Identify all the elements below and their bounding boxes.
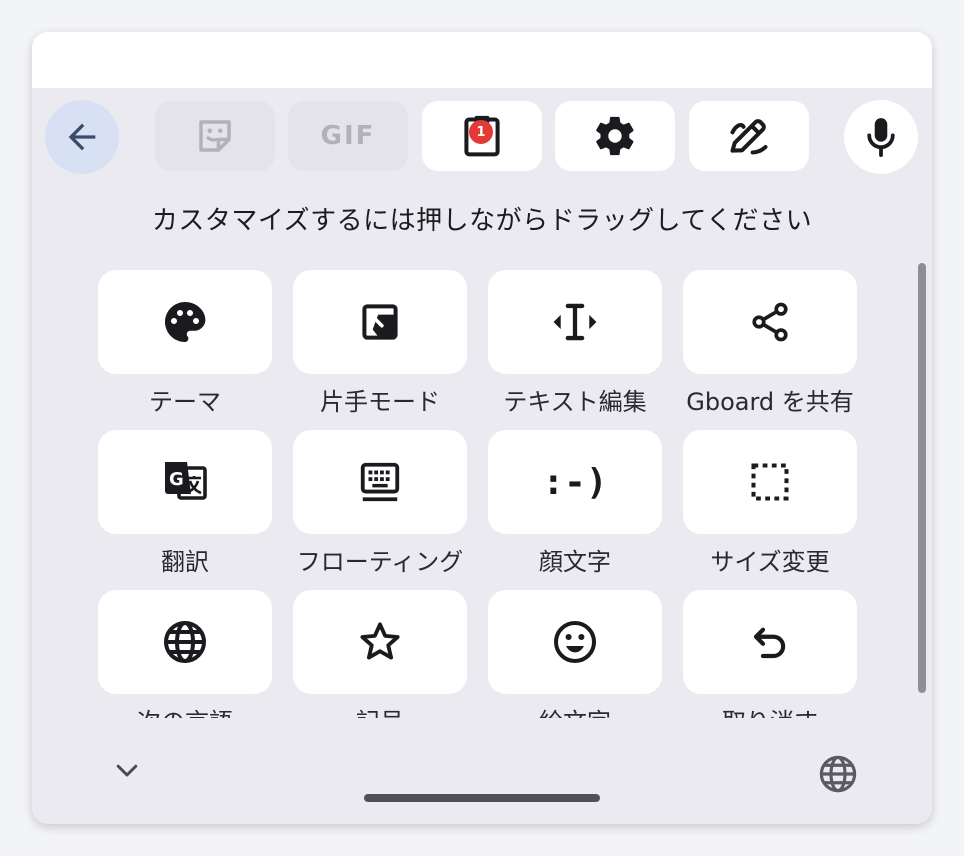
tile-floating[interactable]: フローティング xyxy=(293,430,467,580)
keyboard-panel: GIF 1 カスタマイズするには押しながらドラッグしてください テーマ 片手モー… xyxy=(32,32,932,824)
tile-emoji[interactable]: 絵文字 xyxy=(488,590,662,718)
input-area[interactable] xyxy=(32,32,932,88)
emoticon-icon: :-) xyxy=(542,461,608,503)
floating-keyboard-icon xyxy=(360,462,400,502)
tile-label: フローティング xyxy=(296,548,464,576)
tile-label: 記号 xyxy=(283,702,477,718)
share-icon xyxy=(752,302,788,342)
feature-grid: テーマ 片手モード テキスト編集 Gboard を共有 G 翻訳 フローティング… xyxy=(32,268,932,718)
smiley-icon xyxy=(554,621,596,663)
voice-input-button[interactable] xyxy=(844,100,918,174)
language-switch-button[interactable] xyxy=(814,750,862,798)
tile-label: 次の言語 xyxy=(88,702,282,718)
tile-one-hand-mode[interactable]: 片手モード xyxy=(293,270,467,420)
undo-icon xyxy=(753,627,786,659)
clipboard-button[interactable]: 1 xyxy=(422,101,542,171)
chevron-down-icon xyxy=(116,764,138,777)
translate-icon: G xyxy=(165,462,207,500)
clipboard-count-badge: 1 xyxy=(469,120,493,144)
tile-label: サイズ変更 xyxy=(710,548,830,576)
collapse-button[interactable] xyxy=(106,754,148,786)
grid-scrollbar[interactable] xyxy=(918,263,926,693)
toolbar: GIF 1 xyxy=(32,88,932,188)
tile-translate[interactable]: G 翻訳 xyxy=(98,430,272,580)
one-hand-mode-icon xyxy=(362,304,398,340)
tile-label: テキスト編集 xyxy=(503,388,647,416)
tile-label: Gboard を共有 xyxy=(686,388,854,416)
tile-label: テーマ xyxy=(149,388,221,416)
svg-text:G: G xyxy=(169,469,184,490)
home-indicator[interactable] xyxy=(364,794,600,802)
palette-icon xyxy=(165,302,206,342)
tile-label: 翻訳 xyxy=(161,548,209,576)
tile-label: 絵文字 xyxy=(478,702,672,718)
globe-icon xyxy=(164,621,206,663)
arrow-left-icon xyxy=(68,123,96,151)
gif-button[interactable]: GIF xyxy=(288,101,408,171)
handwriting-pen-icon xyxy=(730,119,768,155)
globe-icon xyxy=(819,755,857,793)
tile-text-editing[interactable]: テキスト編集 xyxy=(488,270,662,420)
back-button[interactable] xyxy=(45,100,119,174)
handwriting-button[interactable] xyxy=(689,101,809,171)
settings-button[interactable] xyxy=(555,101,675,171)
tile-share-gboard[interactable]: Gboard を共有 xyxy=(683,270,857,420)
gear-icon xyxy=(596,116,634,156)
text-cursor-icon xyxy=(553,303,597,341)
tile-emoticon[interactable]: :-) 顔文字 xyxy=(488,430,662,580)
tile-next-language[interactable]: 次の言語 xyxy=(98,590,272,718)
tile-label: 顔文字 xyxy=(539,548,611,576)
star-icon xyxy=(360,622,400,660)
tile-label: 片手モード xyxy=(320,388,440,416)
tile-undo[interactable]: 取り消す xyxy=(683,590,857,718)
microphone-icon xyxy=(867,118,895,157)
gif-icon: GIF xyxy=(320,121,376,151)
tile-theme[interactable]: テーマ xyxy=(98,270,272,420)
tile-resize[interactable]: サイズ変更 xyxy=(683,430,857,580)
sticker-button[interactable] xyxy=(155,101,275,171)
tile-symbols[interactable]: 記号 xyxy=(293,590,467,718)
sticker-icon xyxy=(199,120,231,152)
resize-icon xyxy=(751,463,789,501)
tile-label: 取り消す xyxy=(673,702,867,718)
drag-hint-text: カスタマイズするには押しながらドラッグしてください xyxy=(151,206,813,236)
